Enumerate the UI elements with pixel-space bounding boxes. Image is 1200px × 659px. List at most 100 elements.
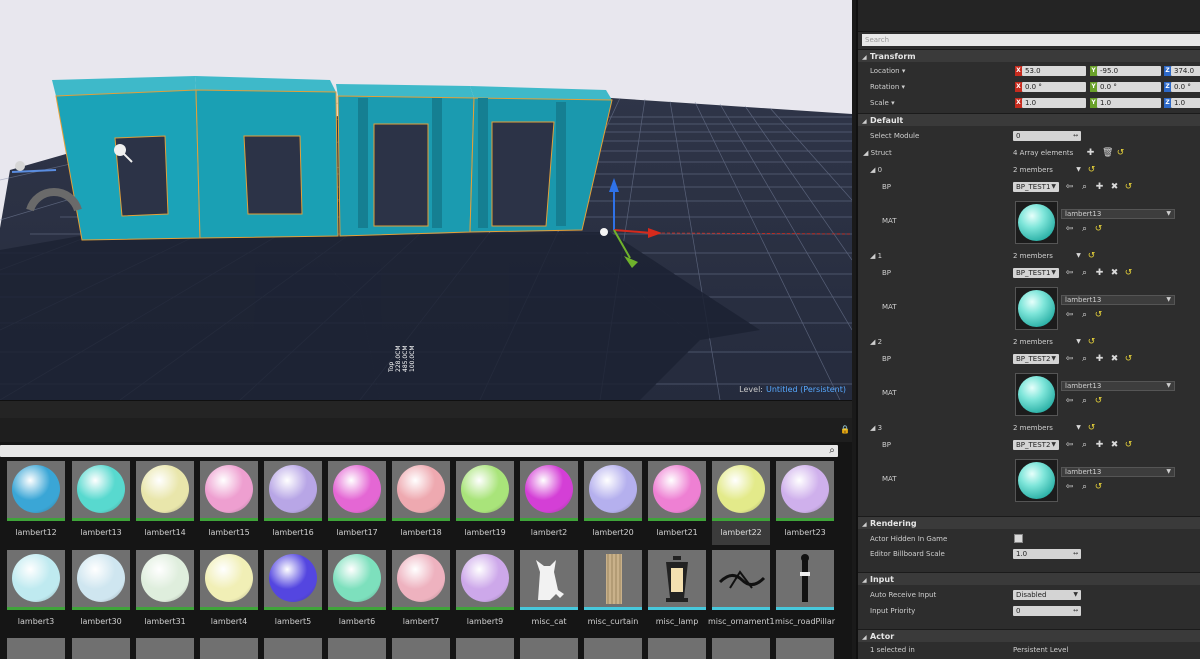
material-dropdown[interactable]: lambert13 ▼ — [1061, 209, 1175, 219]
material-dropdown[interactable]: lambert13 ▼ — [1061, 295, 1175, 305]
asset-tile[interactable]: lambert15 — [200, 461, 258, 545]
location-z-field[interactable]: 374.0 — [1171, 66, 1200, 76]
asset-tile[interactable]: lambert21 — [648, 461, 706, 545]
reset-default-icon[interactable]: ↺ — [1087, 423, 1096, 433]
asset-tile[interactable]: lambert19 — [456, 461, 514, 545]
asset-tile[interactable] — [392, 638, 450, 659]
add-icon[interactable]: ✚ — [1095, 182, 1104, 192]
panel-splitter[interactable] — [0, 400, 852, 418]
reset-default-icon[interactable]: ↺ — [1124, 354, 1133, 364]
asset-tile[interactable]: lambert14 — [136, 461, 194, 545]
reset-default-icon[interactable]: ↺ — [1124, 182, 1133, 192]
asset-tile[interactable]: misc_ornament1 — [708, 550, 774, 634]
category-default[interactable]: ◢ Default — [858, 113, 1200, 126]
browse-icon[interactable]: ⌕ — [1080, 482, 1089, 492]
asset-tile[interactable]: lambert4 — [200, 550, 258, 634]
asset-tile[interactable] — [264, 638, 322, 659]
element-index-label[interactable]: ◢ 0 — [870, 165, 882, 175]
asset-tile[interactable]: lambert2 — [520, 461, 578, 545]
struct-label[interactable]: ◢ Struct — [863, 148, 892, 158]
scale-z-field[interactable]: 1.0 — [1171, 98, 1200, 108]
asset-tile[interactable]: lambert18 — [392, 461, 450, 545]
clear-icon[interactable]: ✖ — [1110, 440, 1119, 450]
bp-dropdown[interactable]: BP_TEST1 ▼ — [1013, 268, 1059, 278]
reset-default-icon[interactable]: ↺ — [1094, 224, 1103, 234]
element-index-label[interactable]: ◢ 3 — [870, 423, 882, 433]
arrow-left-icon[interactable]: ⇦ — [1065, 310, 1074, 320]
location-label[interactable]: Location ▾ — [870, 66, 905, 76]
reset-default-icon[interactable]: ↺ — [1094, 310, 1103, 320]
category-input[interactable]: ◢ Input — [858, 572, 1200, 585]
asset-tile[interactable]: lambert3 — [7, 550, 65, 634]
browse-icon[interactable]: ⌕ — [1080, 310, 1089, 320]
bp-dropdown[interactable]: BP_TEST2 ▼ — [1013, 354, 1059, 364]
arrow-left-icon[interactable]: ⇦ — [1065, 396, 1074, 406]
asset-tile[interactable]: misc_roadPillar — [775, 550, 835, 634]
scale-label[interactable]: Scale ▾ — [870, 98, 895, 108]
asset-tile[interactable] — [456, 638, 514, 659]
asset-tile[interactable] — [776, 638, 834, 659]
asset-tile[interactable]: lambert20 — [584, 461, 642, 545]
browse-icon[interactable]: ⌕ — [1080, 440, 1089, 450]
browse-icon[interactable]: ⌕ — [1080, 268, 1089, 278]
element-index-label[interactable]: ◢ 2 — [870, 337, 882, 347]
arrow-left-icon[interactable]: ⇦ — [1065, 440, 1074, 450]
category-actor[interactable]: ◢ Actor — [858, 629, 1200, 642]
chevron-down-icon[interactable]: ▼ — [1074, 251, 1083, 261]
asset-tile[interactable]: lambert16 — [264, 461, 322, 545]
asset-tile[interactable]: lambert22 — [712, 461, 770, 545]
asset-tile[interactable]: lambert30 — [72, 550, 130, 634]
chevron-down-icon[interactable]: ▼ — [1074, 337, 1083, 347]
asset-tile[interactable]: misc_lamp — [648, 550, 706, 634]
asset-tile[interactable] — [648, 638, 706, 659]
reset-default-icon[interactable]: ↺ — [1087, 251, 1096, 261]
scale-x-field[interactable]: 1.0 — [1022, 98, 1086, 108]
material-dropdown[interactable]: lambert13 ▼ — [1061, 381, 1175, 391]
level-name[interactable]: Untitled (Persistent) — [766, 385, 846, 394]
reset-default-icon[interactable]: ↺ — [1124, 268, 1133, 278]
reset-default-icon[interactable]: ↺ — [1087, 165, 1096, 175]
asset-tile[interactable] — [520, 638, 578, 659]
browse-icon[interactable]: ⌕ — [1080, 224, 1089, 234]
material-dropdown[interactable]: lambert13 ▼ — [1061, 467, 1175, 477]
element-index-label[interactable]: ◢ 1 — [870, 251, 882, 261]
add-icon[interactable]: ✚ — [1095, 354, 1104, 364]
asset-tile[interactable] — [7, 638, 65, 659]
asset-tile[interactable]: lambert31 — [136, 550, 194, 634]
asset-tile[interactable] — [584, 638, 642, 659]
add-element-icon[interactable]: ✚ — [1086, 148, 1095, 158]
reset-default-icon[interactable]: ↺ — [1124, 440, 1133, 450]
browse-icon[interactable]: ⌕ — [1080, 182, 1089, 192]
asset-tile[interactable]: lambert13 — [72, 461, 130, 545]
location-y-field[interactable]: -95.0 — [1097, 66, 1161, 76]
asset-tile[interactable] — [72, 638, 130, 659]
asset-tile[interactable]: misc_curtain — [584, 550, 642, 634]
rotation-y-field[interactable]: 0.0 ° — [1097, 82, 1161, 92]
asset-tile[interactable] — [200, 638, 258, 659]
material-thumbnail[interactable] — [1015, 287, 1058, 330]
billboard-scale-field[interactable]: 1.0 ↔ — [1013, 549, 1081, 559]
reset-default-icon[interactable]: ↺ — [1094, 396, 1103, 406]
arrow-left-icon[interactable]: ⇦ — [1065, 482, 1074, 492]
rotation-z-field[interactable]: 0.0 ° — [1171, 82, 1200, 92]
level-viewport[interactable]: Top 228.0CM 485.0CM 100.0CM Level: Untitl… — [0, 0, 852, 400]
clear-icon[interactable]: ✖ — [1110, 268, 1119, 278]
arrow-left-icon[interactable]: ⇦ — [1065, 354, 1074, 364]
asset-tile[interactable]: misc_cat — [520, 550, 578, 634]
material-thumbnail[interactable] — [1015, 373, 1058, 416]
asset-tile[interactable] — [136, 638, 194, 659]
add-icon[interactable]: ✚ — [1095, 440, 1104, 450]
bp-dropdown[interactable]: BP_TEST2 ▼ — [1013, 440, 1059, 450]
input-priority-field[interactable]: 0 ↔ — [1013, 606, 1081, 616]
asset-tile[interactable] — [712, 638, 770, 659]
scale-y-field[interactable]: 1.0 — [1097, 98, 1161, 108]
auto-receive-dropdown[interactable]: Disabled ▼ — [1013, 590, 1081, 600]
category-transform[interactable]: ◢ Transform — [858, 49, 1200, 62]
delete-all-icon[interactable]: 🗑 — [1102, 148, 1113, 158]
details-search-input[interactable]: Search — [862, 34, 1200, 46]
asset-tile[interactable]: lambert6 — [328, 550, 386, 634]
asset-tile[interactable]: lambert23 — [776, 461, 834, 545]
rotation-label[interactable]: Rotation ▾ — [870, 82, 905, 92]
location-x-field[interactable]: 53.0 — [1022, 66, 1086, 76]
reset-default-icon[interactable]: ↺ — [1116, 148, 1125, 158]
